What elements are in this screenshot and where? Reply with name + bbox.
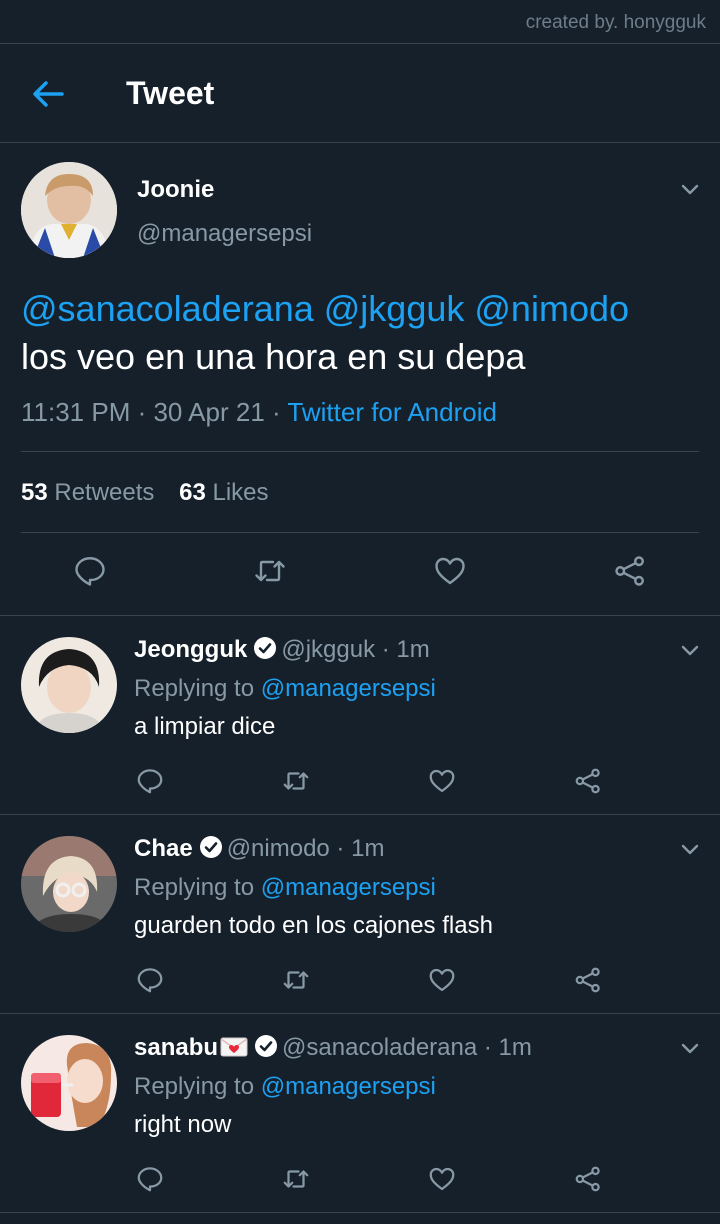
- like-icon[interactable]: [427, 766, 457, 796]
- retweet-icon[interactable]: [281, 1164, 311, 1194]
- divider: [21, 532, 699, 533]
- reply-text: a limpiar dice: [134, 713, 276, 740]
- mention-link[interactable]: @jkgguk: [324, 288, 465, 329]
- top-bar: Tweet: [0, 44, 720, 143]
- reply-icon[interactable]: [72, 553, 108, 589]
- reply-handle-time[interactable]: @jkgguk · 1m: [281, 636, 429, 663]
- avatar[interactable]: [21, 162, 117, 258]
- reply-icon[interactable]: [135, 766, 165, 796]
- replying-label: Replying to: [134, 874, 261, 901]
- reply-actions: [0, 965, 720, 995]
- reply-text: right now: [134, 1111, 232, 1138]
- reply-tweet[interactable]: Jeongguk @jkgguk · 1m Replying to @manage…: [0, 616, 720, 815]
- reply-header: sanabu @sanacoladerana · 1m: [134, 1034, 532, 1062]
- verified-icon: [199, 836, 222, 858]
- replying-label: Replying to: [134, 1073, 261, 1100]
- tweet-body: los veo en una hora en su depa: [21, 336, 526, 377]
- like-icon[interactable]: [427, 965, 457, 995]
- replying-to-link[interactable]: @managersepsi: [261, 874, 436, 901]
- retweet-label[interactable]: Retweets: [54, 479, 154, 506]
- reply-handle-time[interactable]: @sanacoladerana · 1m: [282, 1034, 532, 1061]
- reply-tweet[interactable]: Chae @nimodo · 1m Replying to @managersep…: [0, 815, 720, 1014]
- replying-to-link[interactable]: @managersepsi: [261, 675, 436, 702]
- retweet-icon[interactable]: [281, 965, 311, 995]
- author-handle[interactable]: @managersepsi: [137, 220, 312, 248]
- chevron-down-icon[interactable]: [678, 638, 702, 662]
- chevron-down-icon[interactable]: [678, 177, 702, 201]
- like-label[interactable]: Likes: [212, 479, 268, 506]
- chevron-down-icon[interactable]: [678, 837, 702, 861]
- reply-author-name[interactable]: Jeongguk: [134, 636, 247, 663]
- divider: [21, 451, 699, 452]
- reply-actions: [0, 766, 720, 796]
- retweet-count[interactable]: 53: [21, 479, 48, 506]
- credit-watermark: created by. honygguk: [0, 0, 720, 44]
- back-arrow-icon[interactable]: [30, 76, 66, 112]
- tweet-stats: 53 Retweets 63 Likes: [21, 479, 269, 507]
- mention-link[interactable]: @sanacoladerana: [21, 288, 314, 329]
- like-count[interactable]: 63: [179, 479, 206, 506]
- chevron-down-icon[interactable]: [678, 1036, 702, 1060]
- love-letter-icon: [220, 1037, 248, 1057]
- reply-header: Jeongguk @jkgguk · 1m: [134, 636, 430, 664]
- like-icon[interactable]: [427, 1164, 457, 1194]
- tweet-actions: [0, 553, 720, 593]
- reply-tweet[interactable]: sanabu @sanacoladerana · 1m Replying to @…: [0, 1014, 720, 1213]
- author-name[interactable]: Joonie: [137, 176, 214, 204]
- reply-actions: [0, 1164, 720, 1194]
- tweet-page: created by. honygguk Tweet Joonie @manag…: [0, 0, 720, 1224]
- reply-text: guarden todo en los cajones flash: [134, 912, 493, 939]
- reply-author-name[interactable]: Chae: [134, 835, 193, 862]
- tweet-source-link[interactable]: Twitter for Android: [287, 397, 497, 427]
- page-title: Tweet: [126, 75, 215, 111]
- mention-link[interactable]: @nimodo: [474, 288, 629, 329]
- avatar[interactable]: [21, 836, 117, 932]
- main-tweet: Joonie @managersepsi @sanacoladerana @jk…: [0, 143, 720, 616]
- replying-label: Replying to: [134, 675, 261, 702]
- verified-icon: [255, 1035, 278, 1057]
- retweet-icon[interactable]: [252, 553, 288, 589]
- tweet-text: @sanacoladerana @jkgguk @nimodo los veo …: [21, 285, 701, 381]
- replying-to-link[interactable]: @managersepsi: [261, 1073, 436, 1100]
- verified-icon: [254, 637, 277, 659]
- share-icon[interactable]: [573, 766, 603, 796]
- reply-icon[interactable]: [135, 965, 165, 995]
- reply-handle-time[interactable]: @nimodo · 1m: [227, 835, 385, 862]
- replying-to: Replying to @managersepsi: [134, 1073, 436, 1101]
- avatar[interactable]: [21, 1035, 117, 1131]
- tweet-timestamp: 11:31 PM · 30 Apr 21 ·: [21, 397, 288, 427]
- share-icon[interactable]: [612, 553, 648, 589]
- reply-header: Chae @nimodo · 1m: [134, 835, 384, 863]
- replying-to: Replying to @managersepsi: [134, 874, 436, 902]
- avatar[interactable]: [21, 637, 117, 733]
- share-icon[interactable]: [573, 1164, 603, 1194]
- reply-icon[interactable]: [135, 1164, 165, 1194]
- tweet-meta: 11:31 PM · 30 Apr 21 · Twitter for Andro…: [21, 397, 497, 428]
- replying-to: Replying to @managersepsi: [134, 675, 436, 703]
- like-icon[interactable]: [432, 553, 468, 589]
- reply-author-name[interactable]: sanabu: [134, 1034, 218, 1061]
- share-icon[interactable]: [573, 965, 603, 995]
- retweet-icon[interactable]: [281, 766, 311, 796]
